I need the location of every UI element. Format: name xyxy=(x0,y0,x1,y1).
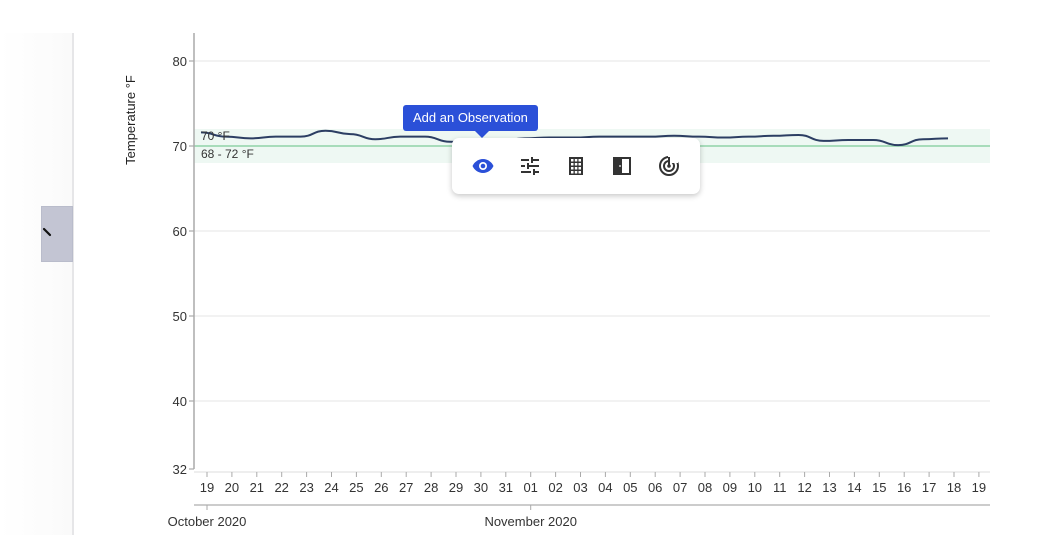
x-tick-label: 26 xyxy=(374,480,388,495)
y-tick-label: 40 xyxy=(173,394,187,409)
y-tick-label: 32 xyxy=(173,462,187,477)
eye-icon xyxy=(472,159,494,173)
x-tick-label: 28 xyxy=(424,480,438,495)
x-tick-label: 03 xyxy=(573,480,587,495)
add-observation-tooltip: Add an Observation xyxy=(403,105,538,138)
target-label: 70 °F xyxy=(201,129,230,143)
door-button[interactable] xyxy=(606,150,638,182)
x-tick-label: 05 xyxy=(623,480,637,495)
x-tick-label: 12 xyxy=(797,480,811,495)
x-tick-label: 24 xyxy=(324,480,338,495)
target-band-label: 68 - 72 °F xyxy=(201,147,254,161)
y-tick-label: 60 xyxy=(173,224,187,239)
x-tick-label: 20 xyxy=(225,480,239,495)
x-tick-label: 02 xyxy=(548,480,562,495)
x-tick-label: 19 xyxy=(200,480,214,495)
y-tick-label: 70 xyxy=(173,139,187,154)
x-tick-label: 16 xyxy=(897,480,911,495)
x-tick-label: 10 xyxy=(748,480,762,495)
building-icon xyxy=(568,157,583,175)
sensor-button[interactable] xyxy=(653,150,685,182)
door-icon xyxy=(613,157,632,175)
y-tick-label: 50 xyxy=(173,309,187,324)
x-tick-label: 17 xyxy=(922,480,936,495)
x-tick-label: 22 xyxy=(274,480,288,495)
x-tick-label: 13 xyxy=(822,480,836,495)
x-tick-label: 11 xyxy=(773,480,787,495)
action-toolbar xyxy=(452,138,700,194)
x-tick-label: 04 xyxy=(598,480,612,495)
x-tick-label: 27 xyxy=(399,480,413,495)
temperature-chart: 32 40 50 60 70 80 19 20 21 22 23 24 25 26 27 28 29 30 31 0… xyxy=(123,33,990,529)
x-tick-label: 23 xyxy=(299,480,313,495)
x-tick-label: 09 xyxy=(723,480,737,495)
x-tick-label: 06 xyxy=(648,480,662,495)
month-label: November 2020 xyxy=(484,514,577,529)
x-tick-label: 18 xyxy=(947,480,961,495)
x-tick-label: 30 xyxy=(474,480,488,495)
x-tick-label: 08 xyxy=(698,480,712,495)
x-tick-label: 15 xyxy=(872,480,886,495)
x-tick-label: 29 xyxy=(449,480,463,495)
adjust-settings-button[interactable] xyxy=(514,150,546,182)
building-button[interactable] xyxy=(560,150,592,182)
x-tick-label: 25 xyxy=(349,480,363,495)
x-tick-label: 19 xyxy=(972,480,986,495)
x-tick-label: 07 xyxy=(673,480,687,495)
tune-sliders-icon xyxy=(520,157,539,175)
x-tick-label: 14 xyxy=(847,480,861,495)
y-axis-title: Temperature °F xyxy=(123,75,138,165)
month-label: October 2020 xyxy=(168,514,247,529)
add-observation-button[interactable] xyxy=(467,150,499,182)
x-tick-label: 31 xyxy=(499,480,513,495)
radar-sensor-icon xyxy=(658,155,679,176)
x-tick-label: 01 xyxy=(523,480,537,495)
x-tick-label: 21 xyxy=(250,480,264,495)
y-tick-label: 80 xyxy=(173,54,187,69)
